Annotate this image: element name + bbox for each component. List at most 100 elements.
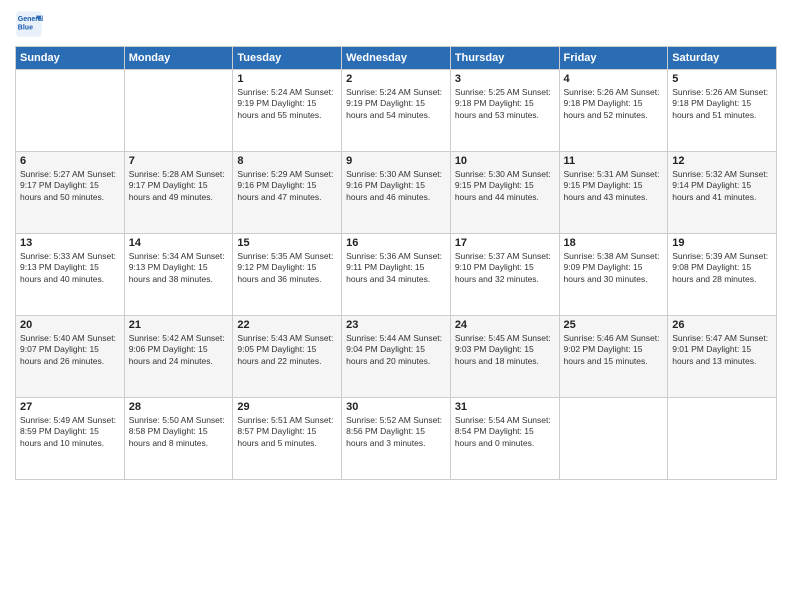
calendar-cell: 17 Sunrise: 5:37 AM Sunset: 9:10 PM Dayli… [450,234,559,316]
calendar-week-row: 20Sunrise: 5:40 AM Sunset: 9:07 PM Dayli… [16,316,777,398]
calendar-cell [668,398,777,480]
day-number: 17 [455,237,555,249]
day-info: Sunrise: 5:26 AM Sunset: 9:18 PM Dayligh… [564,87,664,121]
day-info: Sunrise: 5:52 AM Sunset: 8:56 PM Dayligh… [346,415,446,449]
day-info: Sunrise: 5:51 AM Sunset: 8:57 PM Dayligh… [237,415,337,449]
calendar-cell: 2 Sunrise: 5:24 AM Sunset: 9:19 PM Daylig… [342,70,451,152]
calendar-cell: 31Sunrise: 5:54 AM Sunset: 8:54 PM Dayli… [450,398,559,480]
day-number: 22 [237,319,337,331]
day-info: Sunrise: 5:40 AM Sunset: 9:07 PM Dayligh… [20,333,120,367]
calendar-week-row: 27 Sunrise: 5:49 AM Sunset: 8:59 PM Dayli… [16,398,777,480]
calendar-cell: 1 Sunrise: 5:24 AM Sunset: 9:19 PM Daylig… [233,70,342,152]
day-number: 19 [672,237,772,249]
day-info: Sunrise: 5:50 AM Sunset: 8:58 PM Dayligh… [129,415,229,449]
logo-icon: General Blue [15,10,43,38]
day-number: 26 [672,319,772,331]
page-header: General Blue [15,10,777,38]
calendar-cell: 27 Sunrise: 5:49 AM Sunset: 8:59 PM Dayli… [16,398,125,480]
calendar-header-row: SundayMondayTuesdayWednesdayThursdayFrid… [16,47,777,70]
weekday-header: Wednesday [342,47,451,70]
calendar-cell: 6 Sunrise: 5:27 AM Sunset: 9:17 PM Daylig… [16,152,125,234]
calendar-cell: 5 Sunrise: 5:26 AM Sunset: 9:18 PM Daylig… [668,70,777,152]
day-info: Sunrise: 5:47 AM Sunset: 9:01 PM Dayligh… [672,333,772,367]
calendar-cell: 18 Sunrise: 5:38 AM Sunset: 9:09 PM Dayli… [559,234,668,316]
calendar-cell: 22 Sunrise: 5:43 AM Sunset: 9:05 PM Dayli… [233,316,342,398]
day-info: Sunrise: 5:26 AM Sunset: 9:18 PM Dayligh… [672,87,772,121]
day-number: 25 [564,319,664,331]
calendar-cell [124,70,233,152]
calendar-cell: 8 Sunrise: 5:29 AM Sunset: 9:16 PM Daylig… [233,152,342,234]
day-info: Sunrise: 5:32 AM Sunset: 9:14 PM Dayligh… [672,169,772,203]
calendar-cell: 20Sunrise: 5:40 AM Sunset: 9:07 PM Dayli… [16,316,125,398]
day-number: 2 [346,73,446,85]
day-info: Sunrise: 5:25 AM Sunset: 9:18 PM Dayligh… [455,87,555,121]
calendar-cell: 7 Sunrise: 5:28 AM Sunset: 9:17 PM Daylig… [124,152,233,234]
day-number: 8 [237,155,337,167]
svg-text:Blue: Blue [18,25,33,32]
weekday-header: Sunday [16,47,125,70]
day-info: Sunrise: 5:35 AM Sunset: 9:12 PM Dayligh… [237,251,337,285]
calendar-table: SundayMondayTuesdayWednesdayThursdayFrid… [15,46,777,480]
calendar-cell: 28Sunrise: 5:50 AM Sunset: 8:58 PM Dayli… [124,398,233,480]
logo: General Blue [15,10,47,38]
day-info: Sunrise: 5:39 AM Sunset: 9:08 PM Dayligh… [672,251,772,285]
day-number: 15 [237,237,337,249]
day-info: Sunrise: 5:42 AM Sunset: 9:06 PM Dayligh… [129,333,229,367]
calendar-cell: 16 Sunrise: 5:36 AM Sunset: 9:11 PM Dayli… [342,234,451,316]
day-number: 30 [346,401,446,413]
day-number: 24 [455,319,555,331]
day-info: Sunrise: 5:33 AM Sunset: 9:13 PM Dayligh… [20,251,120,285]
calendar-cell: 11Sunrise: 5:31 AM Sunset: 9:15 PM Dayli… [559,152,668,234]
day-info: Sunrise: 5:36 AM Sunset: 9:11 PM Dayligh… [346,251,446,285]
day-info: Sunrise: 5:28 AM Sunset: 9:17 PM Dayligh… [129,169,229,203]
day-number: 11 [564,155,664,167]
calendar-cell: 14 Sunrise: 5:34 AM Sunset: 9:13 PM Dayli… [124,234,233,316]
day-number: 9 [346,155,446,167]
day-number: 5 [672,73,772,85]
calendar-cell: 19 Sunrise: 5:39 AM Sunset: 9:08 PM Dayli… [668,234,777,316]
day-number: 16 [346,237,446,249]
day-number: 7 [129,155,229,167]
calendar-week-row: 6 Sunrise: 5:27 AM Sunset: 9:17 PM Daylig… [16,152,777,234]
calendar-cell: 29 Sunrise: 5:51 AM Sunset: 8:57 PM Dayli… [233,398,342,480]
day-info: Sunrise: 5:34 AM Sunset: 9:13 PM Dayligh… [129,251,229,285]
calendar-cell: 26 Sunrise: 5:47 AM Sunset: 9:01 PM Dayli… [668,316,777,398]
calendar-week-row: 13Sunrise: 5:33 AM Sunset: 9:13 PM Dayli… [16,234,777,316]
day-number: 6 [20,155,120,167]
weekday-header: Saturday [668,47,777,70]
calendar-cell: 4Sunrise: 5:26 AM Sunset: 9:18 PM Daylig… [559,70,668,152]
weekday-header: Thursday [450,47,559,70]
day-number: 29 [237,401,337,413]
day-number: 31 [455,401,555,413]
calendar-cell: 15 Sunrise: 5:35 AM Sunset: 9:12 PM Dayli… [233,234,342,316]
day-info: Sunrise: 5:38 AM Sunset: 9:09 PM Dayligh… [564,251,664,285]
day-info: Sunrise: 5:49 AM Sunset: 8:59 PM Dayligh… [20,415,120,449]
day-info: Sunrise: 5:27 AM Sunset: 9:17 PM Dayligh… [20,169,120,203]
day-number: 1 [237,73,337,85]
day-info: Sunrise: 5:24 AM Sunset: 9:19 PM Dayligh… [237,87,337,121]
day-info: Sunrise: 5:45 AM Sunset: 9:03 PM Dayligh… [455,333,555,367]
calendar-cell: 21 Sunrise: 5:42 AM Sunset: 9:06 PM Dayli… [124,316,233,398]
day-info: Sunrise: 5:30 AM Sunset: 9:16 PM Dayligh… [346,169,446,203]
day-info: Sunrise: 5:29 AM Sunset: 9:16 PM Dayligh… [237,169,337,203]
day-info: Sunrise: 5:43 AM Sunset: 9:05 PM Dayligh… [237,333,337,367]
day-number: 10 [455,155,555,167]
day-number: 23 [346,319,446,331]
day-number: 3 [455,73,555,85]
calendar-cell: 9 Sunrise: 5:30 AM Sunset: 9:16 PM Daylig… [342,152,451,234]
weekday-header: Monday [124,47,233,70]
day-number: 27 [20,401,120,413]
day-info: Sunrise: 5:30 AM Sunset: 9:15 PM Dayligh… [455,169,555,203]
day-number: 14 [129,237,229,249]
day-number: 12 [672,155,772,167]
day-info: Sunrise: 5:37 AM Sunset: 9:10 PM Dayligh… [455,251,555,285]
calendar-cell: 3 Sunrise: 5:25 AM Sunset: 9:18 PM Daylig… [450,70,559,152]
day-number: 18 [564,237,664,249]
calendar-cell: 12 Sunrise: 5:32 AM Sunset: 9:14 PM Dayli… [668,152,777,234]
day-number: 21 [129,319,229,331]
day-info: Sunrise: 5:44 AM Sunset: 9:04 PM Dayligh… [346,333,446,367]
calendar-cell: 30 Sunrise: 5:52 AM Sunset: 8:56 PM Dayli… [342,398,451,480]
calendar-cell [559,398,668,480]
calendar-week-row: 1 Sunrise: 5:24 AM Sunset: 9:19 PM Daylig… [16,70,777,152]
day-info: Sunrise: 5:24 AM Sunset: 9:19 PM Dayligh… [346,87,446,121]
